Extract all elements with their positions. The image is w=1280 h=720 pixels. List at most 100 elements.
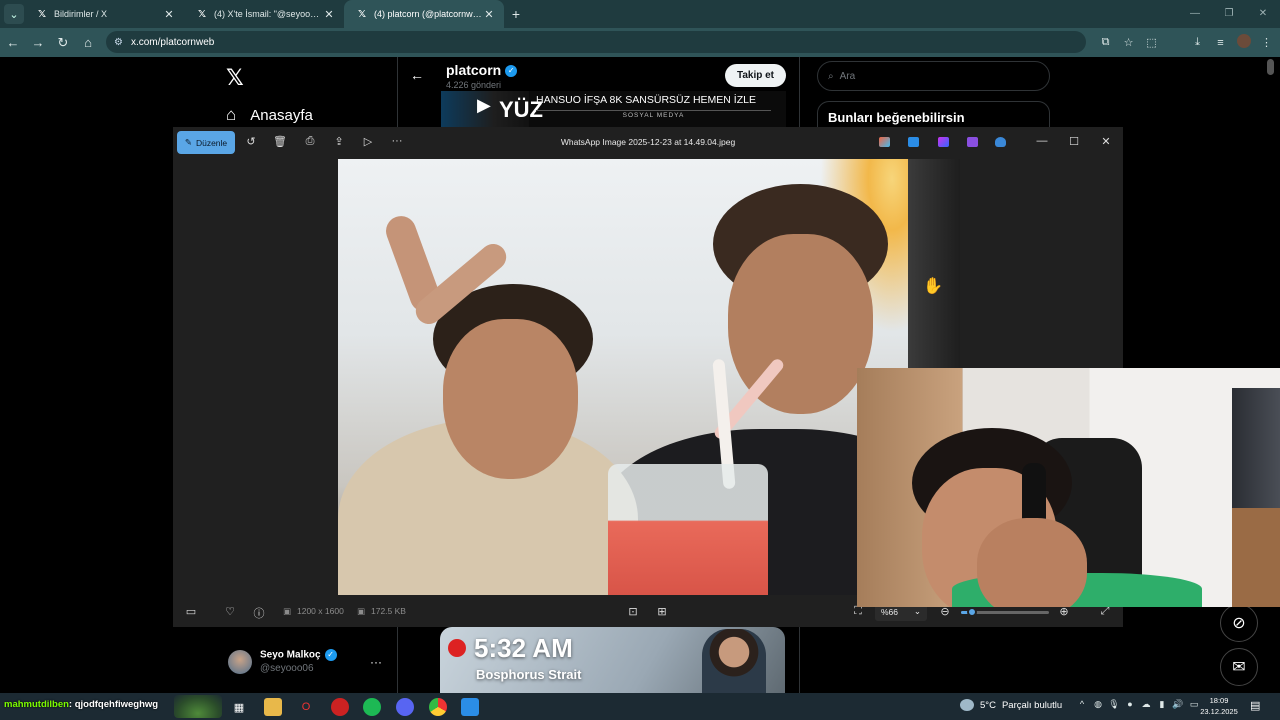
video-post-media[interactable]: 5:32 AM Bosphorus Strait [440,627,785,693]
discord-icon[interactable] [396,698,414,716]
image-dimensions: 1200 x 1600 [297,606,344,616]
minimize-icon[interactable]: — [1034,135,1050,147]
photo-person-left-face [443,319,578,479]
desktop: ⌄ 𝕏 Bildirimler / X ✕ 𝕏 (4) X'te İsmail:… [0,0,1280,720]
clock-time: 18:09 [1209,696,1229,705]
tab-ismail-post[interactable]: 𝕏 (4) X'te İsmail: "@seyoo06 @C ✕ [184,0,344,28]
media-icon[interactable]: ≡ [1209,37,1232,49]
designer-icon[interactable] [908,137,919,147]
app-icon[interactable] [967,137,978,147]
info-icon[interactable]: ⓘ [251,605,267,621]
install-app-icon[interactable]: ⧉ [1094,36,1117,49]
windows-taskbar: mahmutdilben: qjodfqehfiweghwg ▦ O 5°C P… [0,693,1280,720]
webcam-overlay [857,368,1280,607]
tray-app-icon[interactable]: ◍ [1090,699,1106,710]
tab-notifications[interactable]: 𝕏 Bildirimler / X ✕ [24,0,184,28]
verified-badge-icon: ✓ [324,649,337,661]
volume-icon[interactable]: 🔊 [1170,699,1186,710]
tray-app-icon[interactable]: ▮ [1154,699,1170,710]
promo-thumbnail: ▶ YÜZ [441,91,543,127]
tray-app-icon[interactable]: ● [1122,699,1138,710]
weather-widget[interactable]: 5°C Parçalı bulutlu [960,699,1062,711]
tab-label: (4) platcorn (@platcornweb) / X [374,9,482,19]
panel-heading: Bunları beğenebilirsin [828,110,965,125]
photos-icon[interactable] [461,698,479,716]
tray-app-icon[interactable]: ☁ [1138,699,1154,710]
search-input[interactable]: ⌕ Ara [817,61,1050,91]
url-text: x.com/platcornweb [130,36,215,48]
file-size: 172.5 KB [371,606,406,616]
close-icon[interactable]: ✕ [1098,135,1114,148]
restore-icon[interactable]: ❐ [1212,0,1246,28]
account-switcher[interactable]: Seyo Malkoç ✓ @seyooo06 [228,649,337,674]
webcam-person-hands [977,518,1087,607]
new-tab-icon[interactable]: + [504,6,528,22]
address-bar-row: ← → ↻ ⌂ ⚙ x.com/platcornweb ⧉ ☆ ⬚ ⤓ ≡ ⋮ [0,28,1280,57]
grok-icon[interactable]: ⊘ [1220,604,1258,642]
x-logo-icon[interactable]: 𝕏 [226,65,244,91]
more-icon[interactable]: ··· [370,655,382,669]
onedrive-icon[interactable] [995,137,1006,147]
profile-name: platcorn ✓ [446,62,518,78]
nav-home[interactable]: ⌂ Anasayfa [226,105,313,125]
weather-temp: 5°C [980,699,996,711]
favorite-heart-icon[interactable]: ♡ [222,605,238,618]
forward-icon[interactable]: → [26,35,50,50]
copilot-icon[interactable] [879,137,890,147]
microphone-icon[interactable]: 🎙 [1106,699,1122,710]
video-overlay-time: 5:32 AM [474,633,573,663]
back-arrow-icon[interactable]: ← [410,67,424,83]
tab-close-icon[interactable]: ✕ [322,8,336,21]
app-red-icon[interactable] [331,698,349,716]
messages-icon[interactable]: ✉ [1220,648,1258,686]
back-icon[interactable]: ← [1,35,25,50]
filmstrip-icon[interactable]: ▭ [183,605,199,618]
avatar [228,649,252,674]
x-favicon-icon: 𝕏 [197,8,207,20]
bookmark-star-icon[interactable]: ☆ [1117,36,1140,49]
tab-platcorn[interactable]: 𝕏 (4) platcorn (@platcornweb) / X ✕ [344,0,504,28]
profile-name-text: platcorn [446,62,502,78]
url-field[interactable]: ⚙ x.com/platcornweb [106,31,1086,53]
taskbar-clock[interactable]: 18:09 23.12.2025 [1196,695,1242,717]
promo-card[interactable]: ▶ YÜZ HANSUO İFŞA 8K SANSÜRSÜZ HEMEN İZL… [441,91,786,127]
maximize-icon[interactable]: ☐ [1066,135,1082,148]
toolbar-actions: ⧉ ☆ ⬚ ⤓ ≡ ⋮ [1094,28,1278,57]
spotify-icon[interactable] [363,698,381,716]
chat-text: : qjodfqehfiweghwg [68,699,159,710]
widgets-icon[interactable] [174,695,222,718]
task-view-icon[interactable]: ▦ [230,698,248,716]
x-favicon-icon: 𝕏 [37,8,47,20]
account-name: Seyo Malkoç ✓ [260,649,337,661]
reload-icon[interactable]: ↻ [51,35,75,51]
download-icon[interactable]: ⤓ [1186,36,1209,49]
verified-badge-icon: ✓ [505,65,518,78]
weather-text: Parçalı bulutlu [1001,699,1063,711]
home-icon[interactable]: ⌂ [76,35,100,50]
clipchamp-icon[interactable] [938,137,949,147]
browser-menu-icon[interactable]: ⋮ [1255,36,1278,49]
photo-pillar [908,159,960,369]
profile-avatar[interactable] [1232,34,1255,51]
chrome-icon[interactable] [429,698,447,716]
page-scrollbar[interactable] [1267,59,1274,75]
chevron-up-icon[interactable]: ^ [1074,699,1090,710]
zoom-slider-thumb[interactable] [966,607,977,617]
site-info-icon[interactable]: ⚙ [114,37,123,48]
tab-label: (4) X'te İsmail: "@seyoo06 @C [214,9,322,19]
notification-icon[interactable]: ▤ [1250,699,1260,712]
follow-button[interactable]: Takip et [725,64,786,87]
x-favicon-icon: 𝕏 [357,8,367,20]
tab-close-icon[interactable]: ✕ [482,8,496,21]
extensions-icon[interactable]: ⬚ [1140,36,1163,49]
select-area-icon[interactable]: ⊡ [625,605,641,618]
close-icon[interactable]: ✕ [1246,0,1280,28]
visual-search-icon[interactable]: ⊞ [654,605,670,618]
opera-icon[interactable]: O [297,698,315,716]
minimize-icon[interactable]: — [1178,0,1212,28]
zoom-slider[interactable] [961,607,1049,617]
file-explorer-icon[interactable] [264,698,282,716]
viewer-toolbar: ✎ Düzenle ↺ 🗑 ⎙ ⇪ ▷ ··· WhatsApp Image 2… [173,127,1123,159]
tab-close-icon[interactable]: ✕ [162,8,176,21]
tab-search-icon[interactable]: ⌄ [4,4,24,24]
